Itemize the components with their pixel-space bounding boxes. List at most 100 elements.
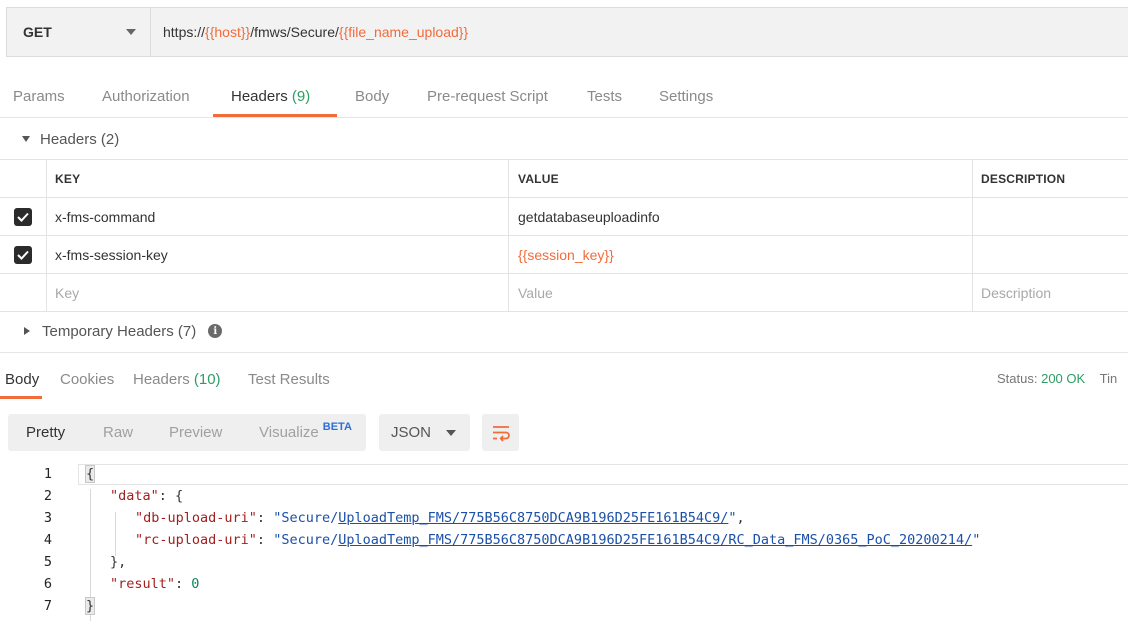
- row-checkbox[interactable]: [14, 207, 32, 226]
- response-tab-body[interactable]: Body: [5, 371, 39, 388]
- caret-right-icon: [24, 327, 30, 335]
- temporary-headers-title: Temporary Headers (7): [42, 322, 197, 340]
- visualize-label: Visualize: [259, 424, 319, 441]
- json-string: Secure/: [281, 510, 339, 526]
- response-tabs: Body Cookies Headers (10) Test Results S…: [0, 352, 1128, 398]
- checkbox-column-header: [0, 160, 46, 197]
- line-number: 4: [43, 532, 52, 548]
- response-tab-test-results[interactable]: Test Results: [248, 371, 330, 388]
- wrap-lines-icon: [492, 425, 510, 442]
- view-mode-group: Pretty Raw Preview Visualize BETA: [8, 414, 366, 451]
- description-column-header: DESCRIPTION: [972, 160, 1128, 197]
- new-key-input[interactable]: Key: [46, 274, 508, 311]
- current-line-highlight: [78, 464, 1128, 485]
- info-icon[interactable]: i: [208, 324, 223, 338]
- json-link[interactable]: UploadTemp_FMS/775B56C8750DCA9B196D25FE1…: [338, 532, 972, 548]
- tab-headers-label: Headers: [231, 88, 288, 105]
- method-select[interactable]: GET: [7, 8, 151, 56]
- wrap-lines-button[interactable]: [482, 414, 519, 451]
- url-variable-host: {{host}}: [205, 24, 251, 40]
- checkmark-icon: [17, 250, 29, 260]
- json-key: "result": [110, 576, 176, 592]
- headers-section-toggle[interactable]: Headers (2): [0, 120, 1128, 158]
- row-checkbox-cell: [0, 236, 46, 273]
- raw-button[interactable]: Raw: [103, 414, 133, 451]
- json-link[interactable]: UploadTemp_FMS/775B56C8750DCA9B196D25FE1…: [338, 510, 728, 526]
- table-row: x-fms-session-key {{session_key}}: [0, 236, 1128, 274]
- json-punct: ": [972, 532, 981, 548]
- code-line: {: [84, 465, 96, 483]
- url-part: https://: [163, 24, 206, 40]
- response-tab-headers-label: Headers: [133, 371, 190, 388]
- json-punct: ": [728, 510, 737, 526]
- headers-section-title: Headers (2): [40, 130, 120, 148]
- active-tab-indicator: [213, 114, 337, 117]
- response-tab-headers[interactable]: Headers (10): [133, 371, 221, 388]
- request-tabs: Params Authorization Headers (9) Body Pr…: [0, 76, 1128, 118]
- line-number: 5: [43, 554, 52, 570]
- tab-settings[interactable]: Settings: [659, 88, 713, 105]
- tab-headers[interactable]: Headers (9): [231, 88, 310, 105]
- value-column-header: VALUE: [508, 160, 972, 197]
- header-description-cell[interactable]: [972, 198, 1128, 235]
- header-value-cell[interactable]: getdatabaseuploadinfo: [508, 198, 972, 235]
- json-punct: :: [256, 532, 274, 548]
- header-value-cell[interactable]: {{session_key}}: [508, 236, 972, 273]
- tab-body[interactable]: Body: [355, 88, 389, 105]
- response-tab-cookies[interactable]: Cookies: [60, 371, 114, 388]
- response-tab-headers-count: (10): [193, 371, 221, 388]
- pretty-button[interactable]: Pretty: [26, 414, 65, 451]
- tab-params[interactable]: Params: [13, 88, 65, 105]
- tab-tests[interactable]: Tests: [587, 88, 622, 105]
- new-description-input[interactable]: Description: [972, 274, 1128, 311]
- url-part: /fmws/Secure/: [250, 24, 339, 40]
- indent-guide: [115, 512, 116, 556]
- header-key-cell[interactable]: x-fms-command: [46, 198, 508, 235]
- json-punct: ,: [736, 510, 745, 526]
- row-checkbox[interactable]: [14, 245, 32, 264]
- close-brace: }: [84, 597, 96, 615]
- header-key-cell[interactable]: x-fms-session-key: [46, 236, 508, 273]
- time-label: Tin: [1099, 371, 1118, 386]
- json-punct: :: [256, 510, 274, 526]
- status-value: 200 OK: [1041, 371, 1086, 386]
- tab-headers-count: (9): [291, 88, 311, 105]
- visualize-button[interactable]: Visualize BETA: [259, 414, 352, 451]
- json-key: "data": [110, 488, 159, 504]
- line-number: 3: [43, 510, 52, 526]
- headers-table: KEY VALUE DESCRIPTION x-fms-command getd…: [0, 159, 1128, 312]
- code-line: },: [110, 554, 127, 570]
- table-header-row: KEY VALUE DESCRIPTION: [0, 160, 1128, 198]
- tab-pre-request-script[interactable]: Pre-request Script: [427, 88, 548, 105]
- active-response-tab-indicator: [0, 396, 42, 399]
- status-label: Status:: [997, 371, 1038, 386]
- line-number: 2: [43, 488, 52, 504]
- caret-down-icon: [22, 136, 30, 142]
- chevron-down-icon: [446, 429, 456, 436]
- format-label: JSON: [391, 424, 432, 441]
- code-line: }: [84, 597, 96, 615]
- line-number: 6: [43, 576, 52, 592]
- code-line: "db-upload-uri": " Secure/UploadTemp_FMS/…: [135, 510, 745, 526]
- open-brace: {: [84, 465, 96, 483]
- preview-button[interactable]: Preview: [169, 414, 222, 451]
- tab-authorization[interactable]: Authorization: [102, 88, 190, 105]
- header-description-cell[interactable]: [972, 236, 1128, 273]
- url-variable-file-name: {{file_name_upload}}: [338, 24, 469, 40]
- temporary-headers-toggle[interactable]: Temporary Headers (7) i: [0, 312, 1128, 350]
- url-input[interactable]: https://{{host}}/fmws/Secure/{{file_name…: [151, 8, 1128, 56]
- beta-badge: BETA: [322, 420, 352, 433]
- new-header-row: Key Value Description: [0, 274, 1128, 312]
- request-url-bar: GET https://{{host}}/fmws/Secure/{{file_…: [6, 7, 1128, 57]
- json-punct: :: [175, 576, 192, 592]
- line-number: 7: [43, 598, 52, 614]
- new-value-input[interactable]: Value: [508, 274, 972, 311]
- code-line: "data": {: [110, 488, 183, 504]
- format-select[interactable]: JSON: [379, 414, 470, 451]
- code-line: "rc-upload-uri": " Secure/UploadTemp_FMS/…: [135, 532, 980, 548]
- code-line: "result": 0: [110, 576, 199, 592]
- json-punct: : {: [158, 488, 184, 504]
- line-number: 1: [43, 466, 52, 482]
- response-status: Status: 200 OK Tin: [997, 371, 1117, 386]
- chevron-down-icon: [126, 29, 136, 35]
